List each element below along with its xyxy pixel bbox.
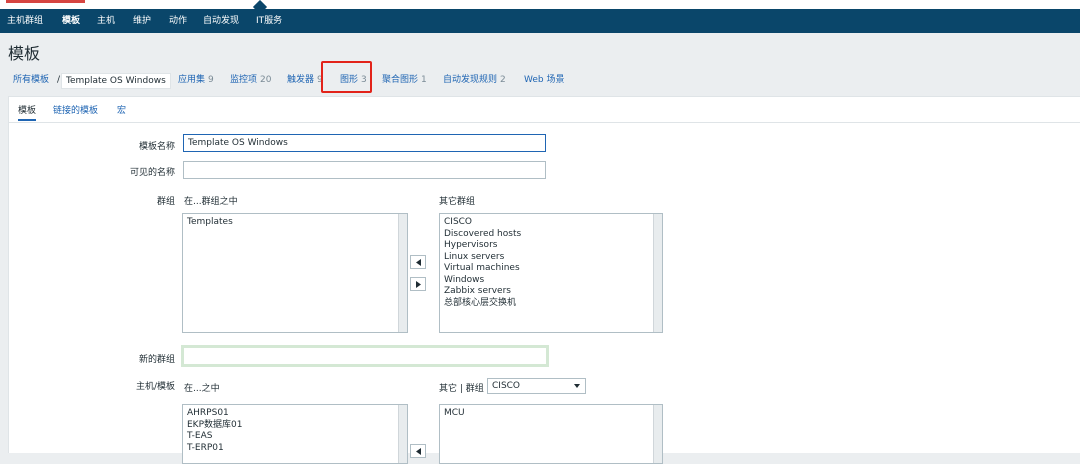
nav-item-hosts[interactable]: 主机 [97, 9, 115, 33]
list-item[interactable]: Zabbix servers [444, 286, 658, 298]
list-item[interactable]: EKP数据库01 [187, 420, 403, 432]
page-title: 模板 [8, 44, 41, 63]
listbox-scrollbar[interactable] [653, 405, 662, 463]
visible-name-input[interactable] [183, 161, 546, 179]
list-item[interactable]: Hypervisors [444, 240, 658, 252]
hosts-in-label: 在...之中 [184, 384, 220, 394]
list-item[interactable]: T-ERP01 [187, 443, 403, 455]
listbox-scrollbar[interactable] [398, 214, 407, 332]
list-item[interactable]: MCU [444, 408, 658, 420]
hosts-templates-label: 主机/模板 [135, 382, 175, 392]
breadcrumb-all-templates[interactable]: 所有模板 [13, 66, 49, 94]
list-item[interactable]: Windows [444, 275, 658, 287]
template-name-input[interactable] [183, 134, 546, 152]
new-group-label: 新的群组 [138, 355, 175, 365]
groups-in-label: 在...群组之中 [184, 197, 238, 207]
template-form-panel: 模板 链接的模板 宏 模板名称 可见的名称 群组 在...群组之中 其它群组 T… [8, 96, 1080, 464]
template-name-label: 模板名称 [138, 142, 175, 152]
nav-item-discovery[interactable]: 自动发现 [203, 9, 239, 33]
breadcrumb-count: 2 [500, 75, 506, 85]
breadcrumb-label: 监控项 [230, 75, 258, 85]
breadcrumb-label: Web 场景 [524, 75, 565, 85]
breadcrumb-label: 自动发现规则 [443, 75, 498, 85]
arrow-left-icon [416, 259, 421, 266]
nav-item-templates[interactable]: 模板 [62, 9, 80, 33]
groups-other-listbox[interactable]: CISCO Discovered hosts Hypervisors Linux… [439, 213, 663, 333]
graphs-highlight-box [321, 61, 372, 93]
breadcrumb-web-scenarios[interactable]: Web 场景 [524, 66, 564, 94]
host-group-select[interactable]: CISCO [487, 378, 586, 394]
move-host-left-button[interactable] [410, 444, 426, 458]
hosts-other-listbox[interactable]: MCU [439, 404, 663, 464]
tab-template[interactable]: 模板 [18, 103, 37, 121]
list-item[interactable]: AHRPS01 [187, 408, 403, 420]
hosts-other-label: 其它 | 群组 [439, 384, 484, 394]
listbox-scrollbar[interactable] [398, 405, 407, 463]
breadcrumb-screens[interactable]: 聚合图形 1 [382, 66, 427, 94]
move-left-button[interactable] [410, 255, 426, 269]
breadcrumb-triggers[interactable]: 触发器 9 [287, 66, 323, 94]
breadcrumb-applications[interactable]: 应用集 9 [178, 66, 214, 94]
breadcrumb-separator: / [57, 75, 61, 85]
tab-linked-templates[interactable]: 链接的模板 [53, 103, 98, 119]
breadcrumb-count: 20 [260, 75, 272, 85]
arrow-left-icon [416, 448, 421, 455]
list-item[interactable]: CISCO [444, 217, 658, 229]
list-item[interactable]: T-EAS [187, 431, 403, 443]
nav-item-maintenance[interactable]: 维护 [133, 9, 151, 33]
list-item[interactable]: 总部核心层交换机 [444, 298, 658, 310]
breadcrumb-label: 聚合图形 [382, 75, 419, 85]
groups-other-label: 其它群组 [439, 197, 476, 207]
breadcrumb-items[interactable]: 监控项 20 [230, 66, 271, 94]
listbox-scrollbar[interactable] [653, 214, 662, 332]
list-item[interactable]: Virtual machines [444, 263, 658, 275]
breadcrumb-label: 应用集 [178, 75, 206, 85]
tab-macros[interactable]: 宏 [117, 103, 126, 119]
brand-accent-bar [6, 0, 85, 3]
breadcrumb-discovery-rules[interactable]: 自动发现规则 2 [443, 66, 506, 94]
breadcrumb-count: 9 [208, 75, 214, 85]
breadcrumb-current-template: Template OS Windows [61, 73, 171, 89]
nav-item-host-groups[interactable]: 主机群组 [7, 9, 43, 33]
tab-divider [9, 122, 1080, 123]
groups-in-listbox[interactable]: Templates [182, 213, 408, 333]
breadcrumb-label: 触发器 [287, 75, 315, 85]
list-item[interactable]: Templates [187, 217, 403, 229]
nav-item-actions[interactable]: 动作 [169, 9, 187, 33]
list-item[interactable]: Linux servers [444, 252, 658, 264]
breadcrumb: 所有模板 / Template OS Windows 应用集 9 监控项 20 触发… [0, 66, 1080, 94]
top-header: 主机群组 模板 主机 维护 动作 自动发现 IT服务 [0, 0, 1080, 33]
new-group-input[interactable] [181, 345, 549, 367]
groups-label: 群组 [156, 197, 175, 207]
move-right-button[interactable] [410, 277, 426, 291]
host-group-select-value: CISCO [492, 381, 521, 391]
hosts-in-listbox[interactable]: AHRPS01 EKP数据库01 T-EAS T-ERP01 [182, 404, 408, 464]
list-item[interactable]: Discovered hosts [444, 229, 658, 241]
main-nav: 主机群组 模板 主机 维护 动作 自动发现 IT服务 [0, 9, 1080, 33]
arrow-right-icon [416, 281, 421, 288]
chevron-down-icon [574, 384, 580, 388]
visible-name-label: 可见的名称 [129, 168, 175, 178]
breadcrumb-count: 1 [421, 75, 427, 85]
